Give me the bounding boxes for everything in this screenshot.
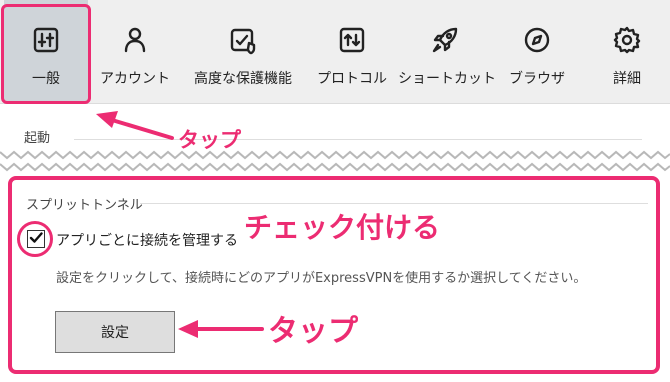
zigzag-divider: [0, 150, 670, 172]
protocol-arrows-icon: [336, 24, 368, 56]
tab-account[interactable]: アカウント: [96, 0, 174, 104]
arrow-to-general-tab: [96, 111, 174, 140]
gear-icon: [611, 24, 643, 56]
tab-browser[interactable]: ブラウザ: [500, 0, 574, 104]
tab-protocol-label: プロトコル: [317, 71, 387, 87]
manage-per-app-label[interactable]: アプリごとに接続を管理する: [56, 230, 238, 250]
annotation-tap-button: タップ: [268, 314, 358, 349]
tab-protocol[interactable]: プロトコル: [314, 0, 390, 104]
startup-section-title: 起動: [24, 131, 51, 146]
tab-details[interactable]: 詳細: [590, 0, 664, 104]
checkbox-highlight-circle: [17, 221, 53, 257]
rocket-icon: [429, 24, 461, 56]
tab-account-label: アカウント: [100, 71, 170, 87]
settings-button[interactable]: 設定: [55, 311, 175, 353]
annotation-check: チェック付ける: [244, 211, 441, 244]
tab-advanced-protection[interactable]: 高度な保護機能: [182, 0, 304, 104]
annotation-tap-tab: タップ: [178, 128, 241, 152]
tab-shortcuts[interactable]: ショートカット: [398, 0, 496, 104]
tab-advanced-protection-label: 高度な保護機能: [194, 71, 292, 87]
general-tab-highlight: [1, 4, 91, 104]
person-icon: [119, 24, 151, 56]
split-tunnel-title: スプリットトンネル: [26, 198, 143, 213]
shield-check-icon: [227, 24, 259, 56]
tab-browser-label: ブラウザ: [509, 71, 565, 87]
split-tunnel-description: 設定をクリックして、接続時にどのアプリがExpressVPNを使用するか選択して…: [56, 271, 587, 286]
section-divider: [74, 139, 642, 140]
compass-icon: [521, 24, 553, 56]
settings-toolbar: 一般 アカウント 高度な保護機能 プロトコル ショートカット ブラウザ 詳細: [0, 0, 670, 104]
tab-details-label: 詳細: [613, 71, 641, 87]
tab-shortcuts-label: ショートカット: [398, 71, 496, 87]
split-tunnel-divider: [140, 203, 648, 204]
